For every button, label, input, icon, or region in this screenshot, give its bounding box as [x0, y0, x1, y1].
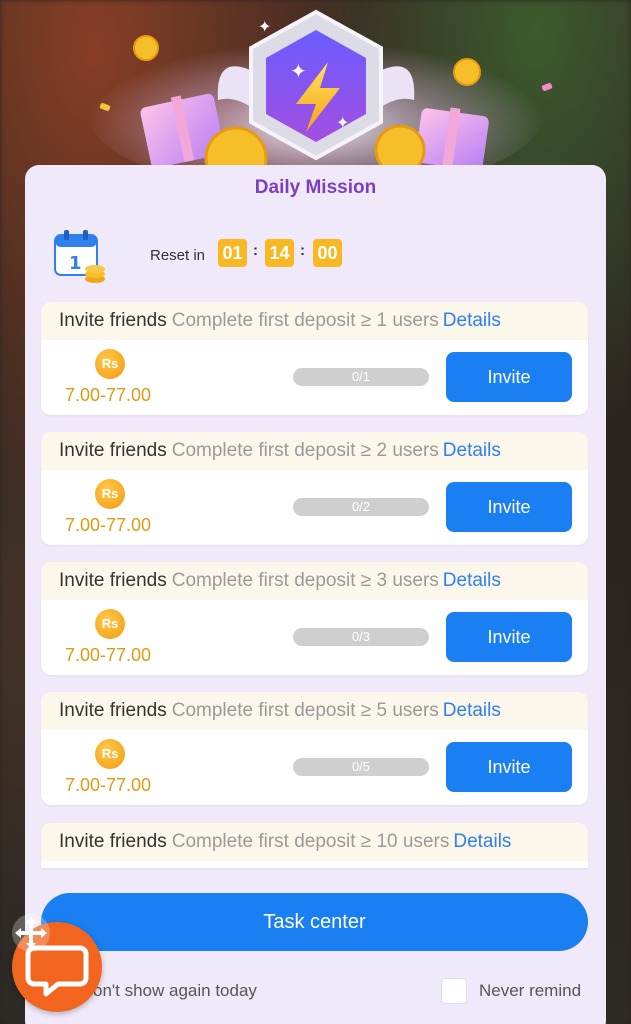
svg-text:✦: ✦	[258, 17, 271, 36]
svg-text:✦: ✦	[290, 59, 307, 83]
details-link[interactable]: Details	[443, 570, 501, 591]
task-title: Invite friends	[59, 570, 167, 591]
svg-text:1: 1	[69, 253, 82, 274]
task-title: Invite friends	[59, 700, 167, 721]
progress-text: 0/2	[351, 499, 371, 514]
task-title: Invite friends	[59, 831, 167, 852]
task-card: Invite friends Complete first deposit ≥ 3…	[41, 562, 588, 675]
reward-amount: 7.00-77.00	[65, 385, 152, 405]
timer-hours: 01	[218, 239, 247, 267]
progress-bar: 0/3	[293, 628, 429, 646]
progress-text: 0/3	[351, 629, 371, 644]
task-title: Invite friends	[59, 440, 167, 461]
dont-show-again-option[interactable]: on't show again today	[93, 981, 257, 1001]
timer-seconds: 00	[313, 239, 342, 267]
timer-separator: :	[300, 242, 305, 259]
svg-text:✦: ✦	[336, 113, 349, 132]
task-header: Invite friends Complete first deposit ≥ 1…	[41, 302, 588, 340]
timer-minutes: 14	[265, 239, 294, 267]
progress-bar: 0/5	[293, 758, 429, 776]
task-title: Invite friends	[59, 310, 167, 331]
rupee-coin-icon: Rs	[95, 349, 125, 379]
move-arrows-icon[interactable]	[10, 912, 52, 954]
reward-amount: 7.00-77.00	[65, 775, 152, 795]
task-card: Invite friends Complete first deposit ≥ 5…	[41, 692, 588, 805]
page-title: Daily Mission	[254, 177, 377, 198]
task-card: Invite friends Complete first deposit ≥ 1…	[41, 823, 588, 868]
invite-button[interactable]: Invite	[446, 482, 572, 532]
rupee-coin-icon: Rs	[95, 739, 125, 769]
progress-text: 0/1	[351, 369, 371, 384]
task-card: Invite friends Complete first deposit ≥ 2…	[41, 432, 588, 545]
reset-timer: 1 Reset in 01 : 14 : 00	[53, 227, 353, 287]
progress-bar: 0/2	[293, 498, 429, 516]
timer-separator: :	[253, 242, 258, 259]
details-link[interactable]: Details	[443, 700, 501, 721]
lightning-badge-icon: ✦ ✦ ✦	[86, 9, 553, 175]
task-description: Complete first deposit ≥ 2 users	[171, 440, 439, 461]
details-link[interactable]: Details	[453, 831, 511, 852]
rupee-coin-icon: Rs	[95, 479, 125, 509]
invite-button[interactable]: Invite	[446, 352, 572, 402]
details-link[interactable]: Details	[443, 310, 501, 331]
progress-bar: 0/1	[293, 368, 429, 386]
task-center-button[interactable]: Task center	[41, 893, 588, 951]
progress-text: 0/5	[351, 759, 371, 774]
task-description: Complete first deposit ≥ 1 users	[171, 310, 439, 331]
task-header: Invite friends Complete first deposit ≥ 3…	[41, 562, 588, 600]
reward-amount: 7.00-77.00	[65, 645, 152, 665]
rupee-coin-icon: Rs	[95, 609, 125, 639]
never-remind-checkbox[interactable]	[441, 978, 467, 1004]
details-link[interactable]: Details	[443, 440, 501, 461]
reset-label: Reset in	[150, 247, 206, 264]
invite-button[interactable]: Invite	[446, 742, 572, 792]
daily-mission-panel: Daily Mission 1 Reset in 01 : 14 : 00 In…	[25, 165, 606, 1024]
task-header: Invite friends Complete first deposit ≥ 2…	[41, 432, 588, 470]
reward-amount: 7.00-77.00	[65, 515, 152, 535]
task-header: Invite friends Complete first deposit ≥ 5…	[41, 692, 588, 730]
task-description: Complete first deposit ≥ 5 users	[171, 700, 439, 721]
never-remind-label[interactable]: Never remind	[479, 981, 581, 1001]
calendar-coins-icon: 1	[54, 230, 105, 283]
task-card: Invite friends Complete first deposit ≥ 1…	[41, 302, 588, 415]
task-description: Complete first deposit ≥ 10 users	[171, 831, 450, 852]
task-description: Complete first deposit ≥ 3 users	[171, 570, 439, 591]
invite-button[interactable]: Invite	[446, 612, 572, 662]
task-header: Invite friends Complete first deposit ≥ 1…	[41, 823, 588, 861]
